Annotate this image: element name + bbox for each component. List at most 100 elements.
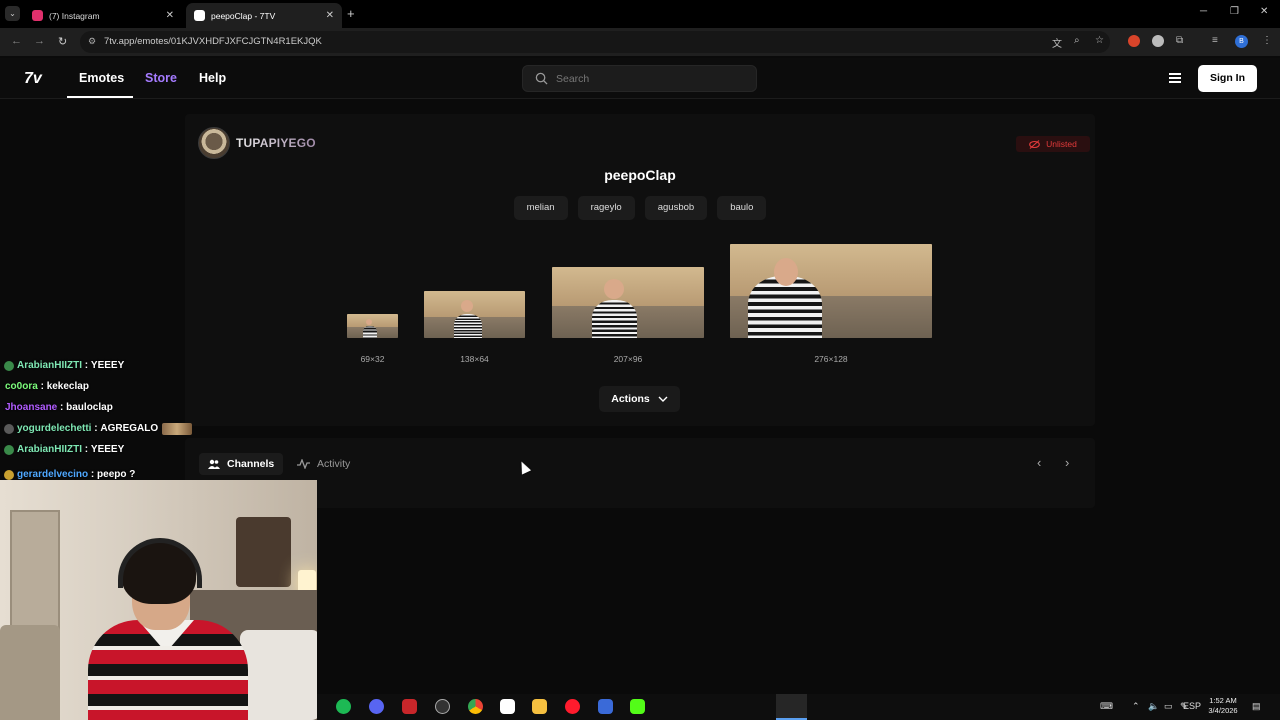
site-header: 7v Emotes Store Help Search Sign In: [0, 58, 1280, 99]
emote-name: peepoClap: [604, 167, 676, 183]
extension-icon[interactable]: [1128, 35, 1140, 47]
emote-channels-panel: Channels Activity ‹ ›: [185, 438, 1095, 508]
chat-text: AGREGALO: [100, 423, 159, 434]
chat-text: peepo ?: [97, 469, 136, 480]
chat-username: Jhoansane: [5, 402, 58, 413]
emote-preview-4x[interactable]: [730, 244, 932, 338]
zoom-icon[interactable]: ⌕: [1074, 35, 1080, 46]
previous-page-icon[interactable]: ‹: [1037, 455, 1041, 470]
chat-username: gerardelvecino: [17, 469, 89, 480]
nav-help[interactable]: Help: [199, 71, 226, 85]
url-text: 7tv.app/emotes/01KJVXHDFJXFCJGTN4R1EKJQK: [104, 36, 322, 47]
spotify-icon[interactable]: [336, 699, 351, 714]
forward-icon[interactable]: →: [34, 35, 45, 47]
7tv-logo[interactable]: 7v: [24, 70, 42, 88]
chat-badge-icon: [4, 444, 14, 455]
size-label: 69×32: [360, 354, 385, 364]
address-bar[interactable]: ⚙ 7tv.app/emotes/01KJVXHDFJXFCJGTN4R1EKJ…: [80, 31, 1110, 53]
restore-icon[interactable]: ❐: [1230, 6, 1239, 17]
chrome-icon[interactable]: [468, 699, 483, 714]
close-tab-icon[interactable]: ✕: [166, 10, 174, 21]
discord-icon[interactable]: [369, 699, 384, 714]
notifications-icon[interactable]: ▤: [1252, 701, 1261, 712]
tab-instagram[interactable]: (7) Instagram ✕: [24, 3, 182, 28]
app-icon[interactable]: [500, 699, 515, 714]
nav-store[interactable]: Store: [145, 71, 177, 85]
tab-activity-label: Activity: [317, 458, 351, 470]
clock-time: 1:52 AM: [1209, 696, 1237, 705]
tab-search-button[interactable]: ⌄: [5, 6, 20, 21]
search-input[interactable]: Search: [522, 65, 757, 92]
chat-username: ArabianHIIZTI: [17, 360, 83, 371]
sign-in-button[interactable]: Sign In: [1198, 65, 1257, 92]
tab-activity[interactable]: Activity: [288, 453, 359, 475]
actions-dropdown-button[interactable]: Actions: [599, 386, 680, 412]
chat-username: co0ora: [5, 381, 38, 392]
webcam-overlay: [0, 480, 317, 720]
activity-pulse-icon: [297, 459, 310, 469]
tab-channels[interactable]: Channels: [199, 453, 284, 475]
emote-preview-3x[interactable]: [552, 267, 704, 338]
back-icon[interactable]: ←: [11, 35, 22, 47]
chat-separator: :: [57, 402, 67, 413]
nav-emotes[interactable]: Emotes: [79, 71, 124, 85]
owner-name: TUPAPIYEGO: [236, 136, 316, 150]
opera-icon[interactable]: [565, 699, 580, 714]
tag-chip[interactable]: melian: [513, 196, 568, 220]
obs-icon[interactable]: [435, 699, 450, 714]
tray-overflow-icon[interactable]: ⌃: [1132, 701, 1140, 712]
emote-preview-2x[interactable]: [424, 291, 525, 338]
system-clock[interactable]: 1:52 AM 3/4/2026: [1204, 696, 1242, 716]
tab-title: (7) Instagram: [49, 10, 100, 21]
language-indicator[interactable]: ESP: [1183, 701, 1201, 711]
keyboard-icon[interactable]: ⌨: [1100, 701, 1113, 712]
chat-message: Jhoansane : bauloclap: [0, 397, 210, 418]
bookmark-star-icon[interactable]: ☆: [1095, 35, 1104, 46]
reload-icon[interactable]: ↻: [58, 35, 67, 48]
chevron-down-icon: [658, 396, 668, 402]
search-placeholder: Search: [556, 73, 590, 85]
volume-icon[interactable]: 🔈: [1148, 701, 1159, 712]
chat-separator: :: [37, 381, 47, 392]
network-icon[interactable]: ▭: [1164, 701, 1173, 712]
chat-message: ArabianHIIZTI : YEEEY: [0, 355, 210, 376]
media-controls-icon[interactable]: ≡: [1212, 35, 1218, 46]
translate-icon[interactable]: 文: [1052, 35, 1062, 50]
size-label: 207×96: [613, 354, 643, 364]
eye-off-icon: [1029, 139, 1040, 149]
new-tab-button[interactable]: +: [347, 6, 355, 21]
chat-text: kekeclap: [46, 381, 89, 392]
chat-badge-icon: [4, 423, 14, 434]
chat-message: co0ora : kekeclap: [0, 376, 210, 397]
emote-owner[interactable]: TUPAPIYEGO: [198, 127, 316, 159]
size-label: 138×64: [460, 354, 489, 364]
minimize-icon[interactable]: ─: [1200, 6, 1207, 17]
file-explorer-icon[interactable]: [532, 699, 547, 714]
profile-avatar[interactable]: B: [1235, 35, 1248, 48]
tab-channels-label: Channels: [227, 458, 275, 470]
app-icon[interactable]: [598, 699, 613, 714]
extension-icon[interactable]: [1152, 35, 1164, 47]
extensions-puzzle-icon[interactable]: ⧉: [1176, 35, 1183, 46]
close-window-icon[interactable]: ✕: [1260, 6, 1268, 17]
next-page-icon[interactable]: ›: [1065, 455, 1069, 470]
active-nav-indicator: [67, 96, 133, 98]
tag-chip[interactable]: baulo: [717, 196, 767, 220]
chat-username: ArabianHIIZTI: [17, 444, 83, 455]
browser-menu-icon[interactable]: ⋮: [1262, 35, 1272, 46]
active-app-indicator: [776, 694, 807, 720]
search-icon: [535, 72, 548, 85]
menu-icon[interactable]: [1169, 73, 1181, 83]
chat-text: YEEEY: [90, 444, 125, 455]
chat-badge-icon: [4, 469, 14, 480]
tag-chip[interactable]: agusbob: [644, 196, 708, 220]
chat-text: YEEEY: [90, 360, 125, 371]
screen: ⌄ (7) Instagram ✕ peepoClap - 7TV ✕ + ─ …: [0, 0, 1280, 720]
kick-icon[interactable]: [630, 699, 645, 714]
close-tab-icon[interactable]: ✕: [326, 10, 334, 21]
tag-chip[interactable]: rageylo: [577, 196, 635, 220]
voicemeeter-icon[interactable]: [402, 699, 417, 714]
site-info-icon[interactable]: ⚙: [88, 36, 96, 47]
tab-peepoclap[interactable]: peepoClap - 7TV ✕: [186, 3, 342, 28]
emote-preview-1x[interactable]: [347, 314, 398, 338]
